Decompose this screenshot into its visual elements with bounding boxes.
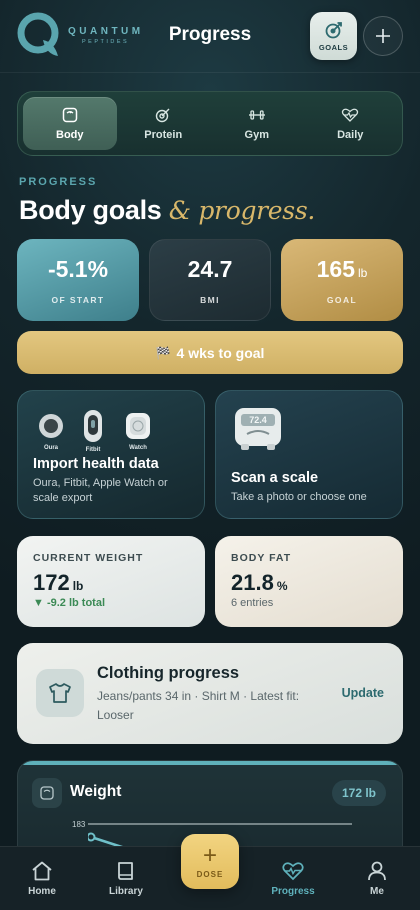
- tab-protein[interactable]: Protein: [117, 97, 211, 150]
- plus-icon: +: [202, 841, 217, 869]
- heartbeat-icon: [282, 862, 304, 881]
- clothing-subtitle: Jeans/pants 34 in · Shirt M · Latest fit…: [97, 689, 300, 722]
- book-icon: [118, 862, 133, 880]
- device-label: Watch: [129, 445, 147, 451]
- tab-label: Daily: [337, 128, 364, 141]
- tab-label: Protein: [144, 128, 183, 141]
- nav-progress[interactable]: Progress: [258, 861, 328, 897]
- category-tabs: Body Protein Gym Daily: [17, 91, 403, 156]
- stat-label: GOAL: [326, 294, 358, 305]
- fitbit-tracker-icon: [84, 410, 102, 442]
- import-card-title: Import health data: [33, 456, 159, 472]
- unit: %: [276, 579, 288, 593]
- tab-label: Body: [56, 128, 84, 141]
- current-weight-card[interactable]: CURRENT WEIGHT 172 lb ▼ -9.2 lb total: [17, 536, 205, 627]
- smartwatch-icon: [126, 413, 150, 439]
- current-weight-label: CURRENT WEIGHT: [33, 552, 144, 564]
- add-button[interactable]: [363, 16, 403, 56]
- nav-label: Library: [109, 886, 143, 897]
- nav-me[interactable]: Me: [342, 861, 412, 897]
- import-card-subtitle: Oura, Fitbit, Apple Watch or scale expor…: [33, 477, 168, 504]
- stat-tile-change[interactable]: -5.1% OF START: [17, 239, 139, 321]
- scale-icon: [62, 107, 77, 122]
- tab-label: Gym: [244, 128, 269, 141]
- checkered-flag-icon: 🏁: [155, 345, 171, 360]
- page-title: Progress: [168, 24, 252, 45]
- stat-value: -5.1%: [47, 255, 109, 282]
- stat-label: OF START: [51, 294, 105, 305]
- tab-body[interactable]: Body: [23, 97, 117, 150]
- clothing-title: Clothing progress: [97, 664, 240, 682]
- stat-tile-bmi[interactable]: 24.7 BMI: [149, 239, 271, 321]
- weight-point[interactable]: [88, 832, 96, 842]
- nav-home[interactable]: Home: [7, 861, 77, 897]
- clothing-progress-card[interactable]: Clothing progress Jeans/pants 34 in · Sh…: [17, 643, 403, 744]
- weight-card-title: Weight: [70, 783, 122, 800]
- update-button[interactable]: Update: [342, 686, 384, 700]
- scan-card-title: Scan a scale: [231, 470, 319, 486]
- device-label: Oura: [43, 445, 58, 451]
- y-axis-tick: 183: [72, 820, 86, 829]
- target-icon: [325, 21, 342, 38]
- goal-countdown-banner[interactable]: 🏁 4 wks to goal: [17, 331, 403, 374]
- body-fat-label: BODY FAT: [231, 552, 292, 564]
- goals-button[interactable]: GOALS: [310, 12, 357, 60]
- nav-label: Me: [370, 886, 384, 897]
- body-fat-card[interactable]: BODY FAT 21.8% 6 entries: [215, 536, 403, 627]
- weight-delta: ▼ -9.2 lb total: [33, 597, 106, 609]
- stat-tile-goal[interactable]: 165 lb GOAL: [281, 239, 403, 321]
- oura-ring-icon: [39, 414, 63, 438]
- tab-daily[interactable]: Daily: [304, 97, 398, 150]
- scan-scale-card[interactable]: 72.4 Scan a scale Take a photo or choose…: [215, 390, 403, 519]
- home-icon: [32, 861, 52, 881]
- target-icon: [156, 108, 170, 122]
- header-divider: [0, 72, 420, 73]
- top-bar: QUANTUM PEPTIDES Progress GOALS: [0, 0, 420, 72]
- section-eyebrow: PROGRESS: [19, 176, 98, 188]
- stat-label: BMI: [200, 294, 220, 305]
- scale-icon: [40, 786, 54, 800]
- shirt-icon-tile: [36, 669, 84, 717]
- nav-label: Progress: [271, 886, 315, 897]
- unit: lb: [72, 579, 84, 593]
- stat-value: 165 lb: [316, 255, 368, 282]
- weight-icon-tile: [32, 778, 62, 808]
- shirt-icon: [49, 683, 71, 703]
- body-fat-entries: 6 entries: [231, 597, 274, 609]
- current-weight-pill: 172 lb: [331, 780, 386, 806]
- scale-reading: 72.4: [249, 415, 267, 425]
- device-label: Fitbit: [85, 447, 101, 453]
- heartbeat-icon: [342, 108, 359, 122]
- dose-button[interactable]: + DOSE: [181, 834, 239, 889]
- card-accent-band: [18, 761, 402, 765]
- user-icon: [368, 861, 386, 881]
- scan-card-subtitle: Take a photo or choose one: [231, 491, 367, 503]
- section-headline: Body goals & progress.: [19, 195, 315, 226]
- oura-device: Oura: [36, 411, 66, 451]
- goals-label: GOALS: [318, 42, 349, 52]
- headline-main: Body goals: [19, 195, 162, 225]
- dose-label: DOSE: [196, 869, 224, 879]
- dumbbell-icon: [248, 109, 265, 120]
- fitbit-device: Fitbit: [82, 409, 104, 453]
- tab-gym[interactable]: Gym: [210, 97, 304, 150]
- stat-value: 24.7: [187, 255, 233, 282]
- import-health-data-card[interactable]: Oura Fitbit Watch Import health data Our…: [17, 390, 205, 519]
- bathroom-scale-icon: [235, 408, 281, 450]
- countdown-text: 4 wks to goal: [176, 344, 265, 361]
- stat-unit: lb: [358, 265, 368, 280]
- watch-device: Watch: [124, 411, 152, 451]
- plus-icon: [376, 29, 390, 43]
- body-fat-value: 21.8%: [231, 570, 288, 595]
- current-weight-value: 172 lb: [33, 570, 84, 595]
- nav-label: Home: [28, 886, 56, 897]
- nav-library[interactable]: Library: [91, 861, 161, 897]
- headline-accent: & progress.: [168, 196, 316, 225]
